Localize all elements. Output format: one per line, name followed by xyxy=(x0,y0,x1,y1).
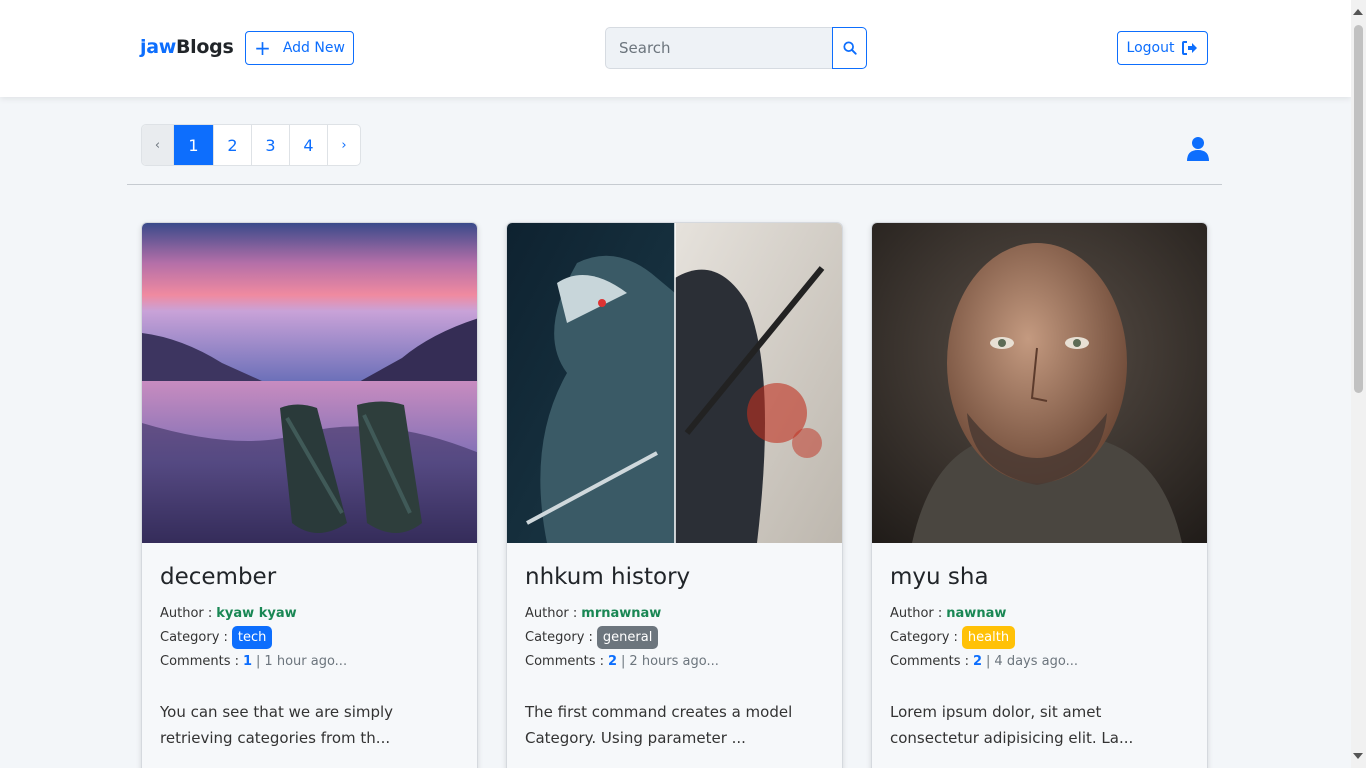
post-image-dragon-samurai[interactable] xyxy=(507,223,842,543)
category-label: Category : xyxy=(525,629,593,645)
post-card[interactable]: myu sha Author : nawnaw Category : healt… xyxy=(871,222,1208,768)
post-image-lake-sunset[interactable] xyxy=(142,223,477,543)
brand-part-2: Blogs xyxy=(176,36,234,58)
page-4[interactable]: 4 xyxy=(290,125,328,165)
post-title[interactable]: myu sha xyxy=(890,563,1189,591)
page-3[interactable]: 3 xyxy=(252,125,290,165)
author-name[interactable]: kyaw kyaw xyxy=(216,606,296,621)
comments-label: Comments : xyxy=(160,653,239,669)
search-placeholder: Search xyxy=(619,39,671,57)
comments-count[interactable]: 2 xyxy=(608,654,617,669)
comments-count[interactable]: 2 xyxy=(973,654,982,669)
search-icon xyxy=(842,41,857,55)
page-scrollbar[interactable] xyxy=(1351,0,1366,768)
navbar: jawBlogs + Add New Search Logout xyxy=(0,0,1351,97)
category-label: Category : xyxy=(160,629,228,645)
author-label: Author : xyxy=(525,605,578,621)
comments-label: Comments : xyxy=(525,653,604,669)
search-button[interactable] xyxy=(832,27,867,69)
logout-icon xyxy=(1182,41,1198,55)
logout-label: Logout xyxy=(1126,40,1175,56)
category-badge[interactable]: general xyxy=(596,625,659,649)
post-image-portrait[interactable] xyxy=(872,223,1207,543)
user-profile-icon[interactable] xyxy=(1186,136,1210,166)
divider xyxy=(127,184,1222,185)
post-excerpt: The first command creates a model Catego… xyxy=(525,703,793,747)
pagination-next[interactable]: › xyxy=(328,125,360,165)
search-input[interactable]: Search xyxy=(605,27,833,69)
add-new-label: Add New xyxy=(282,40,345,56)
post-title[interactable]: december xyxy=(160,563,459,591)
separator: | xyxy=(621,653,626,669)
brand-logo[interactable]: jawBlogs xyxy=(140,36,234,58)
post-excerpt: You can see that we are simply retrievin… xyxy=(160,703,394,747)
category-label: Category : xyxy=(890,629,958,645)
post-title[interactable]: nhkum history xyxy=(525,563,824,591)
post-time: 1 hour ago... xyxy=(264,653,348,669)
separator: | xyxy=(256,653,261,669)
pagination: ‹ 1 2 3 4 › xyxy=(141,124,361,166)
category-badge[interactable]: health xyxy=(961,625,1016,649)
plus-icon: + xyxy=(254,36,271,60)
post-card[interactable]: december Author : kyaw kyaw Category : t… xyxy=(141,222,478,768)
page-1[interactable]: 1 xyxy=(174,125,214,165)
add-new-button[interactable]: + Add New xyxy=(245,31,354,65)
pagination-prev[interactable]: ‹ xyxy=(142,125,174,165)
post-time: 4 days ago... xyxy=(994,653,1078,669)
author-name[interactable]: nawnaw xyxy=(946,606,1006,621)
separator: | xyxy=(986,653,991,669)
post-card[interactable]: nhkum history Author : mrnawnaw Category… xyxy=(506,222,843,768)
scroll-up-arrow-icon[interactable] xyxy=(1353,9,1363,15)
author-label: Author : xyxy=(160,605,213,621)
post-time: 2 hours ago... xyxy=(629,653,719,669)
scroll-thumb[interactable] xyxy=(1354,25,1363,393)
category-badge[interactable]: tech xyxy=(231,625,273,649)
author-label: Author : xyxy=(890,605,943,621)
brand-part-1: jaw xyxy=(140,36,176,58)
page-2[interactable]: 2 xyxy=(214,125,252,165)
logout-button[interactable]: Logout xyxy=(1117,31,1208,65)
comments-count[interactable]: 1 xyxy=(243,654,252,669)
comments-label: Comments : xyxy=(890,653,969,669)
scroll-down-arrow-icon[interactable] xyxy=(1353,753,1363,759)
author-name[interactable]: mrnawnaw xyxy=(581,606,661,621)
post-excerpt: Lorem ipsum dolor, sit amet consectetur … xyxy=(890,703,1134,747)
